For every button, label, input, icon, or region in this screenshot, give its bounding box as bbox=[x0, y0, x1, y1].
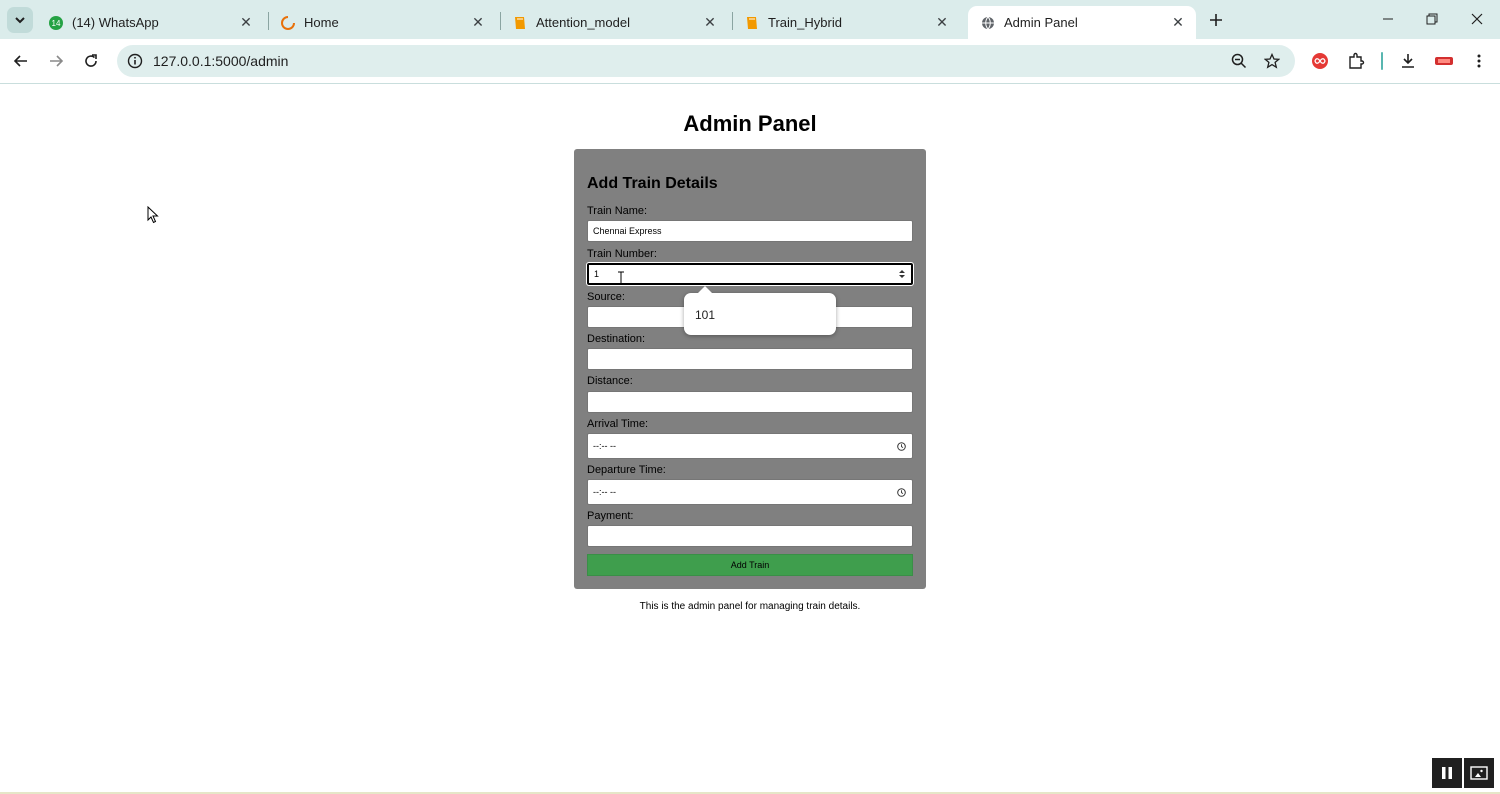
close-tab-icon[interactable]: ✕ bbox=[932, 13, 952, 33]
close-tab-icon[interactable]: ✕ bbox=[700, 13, 720, 33]
zoom-button[interactable] bbox=[1225, 47, 1253, 75]
reload-button[interactable] bbox=[77, 47, 105, 75]
arrival-time-input[interactable]: --:-- -- bbox=[587, 433, 913, 459]
plus-icon bbox=[1210, 14, 1222, 26]
star-icon bbox=[1264, 53, 1280, 69]
tab-search-button[interactable] bbox=[7, 7, 33, 33]
train-number-input[interactable]: 1 bbox=[586, 262, 914, 286]
close-icon bbox=[1471, 13, 1483, 25]
departure-time-value: --:-- -- bbox=[593, 487, 616, 497]
browser-menu-button[interactable] bbox=[1465, 47, 1493, 75]
forward-button[interactable] bbox=[42, 47, 70, 75]
url-text: 127.0.0.1:5000/admin bbox=[153, 53, 289, 69]
train-name-input[interactable]: Chennai Express bbox=[587, 220, 913, 242]
add-train-button[interactable]: Add Train bbox=[587, 554, 913, 576]
minimize-button[interactable] bbox=[1366, 4, 1410, 34]
more-vertical-icon bbox=[1477, 54, 1481, 68]
arrival-time-value: --:-- -- bbox=[593, 441, 616, 451]
tab-whatsapp[interactable]: 14 (14) WhatsApp ✕ bbox=[36, 6, 264, 39]
destination-label: Destination: bbox=[587, 333, 646, 345]
mouse-pointer-icon bbox=[147, 205, 159, 229]
tab-attention-model[interactable]: Attention_model ✕ bbox=[500, 6, 728, 39]
picture-in-picture-button[interactable] bbox=[1464, 758, 1494, 788]
whatsapp-icon: 14 bbox=[48, 15, 64, 31]
pause-icon bbox=[1442, 767, 1452, 779]
distance-label: Distance: bbox=[587, 375, 633, 387]
tab-home[interactable]: Home ✕ bbox=[268, 6, 496, 39]
back-button[interactable] bbox=[7, 47, 35, 75]
extensions-menu-button[interactable] bbox=[1342, 47, 1370, 75]
source-label: Source: bbox=[587, 291, 625, 303]
form-heading: Add Train Details bbox=[587, 175, 718, 192]
train-number-value: 1 bbox=[594, 269, 600, 279]
tab-title: Admin Panel bbox=[1004, 15, 1078, 30]
restore-icon bbox=[1426, 13, 1438, 25]
tab-title: Train_Hybrid bbox=[768, 15, 842, 30]
tab-admin-panel[interactable]: Admin Panel ✕ bbox=[968, 6, 1196, 39]
tab-title: Home bbox=[304, 15, 339, 30]
train-name-label: Train Name: bbox=[587, 205, 648, 217]
notebook-icon bbox=[512, 15, 528, 31]
profile-badge-icon bbox=[1435, 57, 1453, 65]
text-cursor-icon bbox=[617, 271, 625, 288]
tab-train-hybrid[interactable]: Train_Hybrid ✕ bbox=[732, 6, 960, 39]
tab-title: (14) WhatsApp bbox=[72, 15, 159, 30]
reload-icon bbox=[85, 54, 97, 67]
bookmark-button[interactable] bbox=[1258, 47, 1286, 75]
chevron-down-icon bbox=[15, 17, 25, 24]
picture-in-picture-icon bbox=[1470, 766, 1488, 780]
close-tab-icon[interactable]: ✕ bbox=[236, 13, 256, 33]
zoom-out-icon bbox=[1231, 53, 1247, 69]
departure-time-input[interactable]: --:-- -- bbox=[587, 479, 913, 505]
close-tab-icon[interactable]: ✕ bbox=[468, 13, 488, 33]
profile-button[interactable] bbox=[1430, 47, 1458, 75]
autocomplete-dropdown: 101 bbox=[684, 286, 836, 335]
download-icon bbox=[1402, 54, 1414, 68]
arrow-left-icon bbox=[13, 55, 27, 67]
payment-label: Payment: bbox=[587, 510, 634, 522]
distance-input[interactable] bbox=[587, 391, 913, 413]
svg-text:14: 14 bbox=[52, 19, 61, 28]
page-content: Admin Panel Add Train Details Train Name… bbox=[0, 85, 1500, 794]
infinity-extension-icon bbox=[1312, 53, 1328, 69]
tab-title: Attention_model bbox=[536, 15, 630, 30]
toolbar-divider bbox=[1381, 52, 1383, 70]
add-train-form: Add Train Details Train Name: Chennai Ex… bbox=[574, 149, 926, 589]
puzzle-icon bbox=[1349, 52, 1365, 69]
autocomplete-option[interactable]: 101 bbox=[695, 308, 715, 322]
address-bar[interactable]: 127.0.0.1:5000/admin bbox=[117, 45, 1295, 77]
tab-strip: 14 (14) WhatsApp ✕ Home ✕ Attention_mode… bbox=[0, 0, 1500, 39]
train-number-label: Train Number: bbox=[587, 248, 657, 260]
extension-button[interactable] bbox=[1306, 47, 1334, 75]
spinner-arrows-icon[interactable] bbox=[899, 265, 905, 283]
minimize-icon bbox=[1383, 18, 1393, 20]
loading-spinner-icon bbox=[280, 15, 296, 31]
new-tab-button[interactable] bbox=[1204, 8, 1228, 32]
globe-icon bbox=[980, 15, 996, 31]
clock-icon[interactable] bbox=[897, 480, 906, 504]
browser-toolbar: 127.0.0.1:5000/admin bbox=[0, 39, 1500, 84]
restore-button[interactable] bbox=[1410, 4, 1454, 34]
departure-time-label: Departure Time: bbox=[587, 464, 666, 476]
site-info-icon[interactable] bbox=[119, 45, 151, 77]
payment-input[interactable] bbox=[587, 525, 913, 547]
close-window-button[interactable] bbox=[1455, 4, 1499, 34]
arrival-time-label: Arrival Time: bbox=[587, 418, 649, 430]
page-title: Admin Panel bbox=[683, 111, 817, 136]
destination-input[interactable] bbox=[587, 348, 913, 370]
footer-note: This is the admin panel for managing tra… bbox=[639, 601, 861, 612]
pause-recording-button[interactable] bbox=[1432, 758, 1462, 788]
downloads-button[interactable] bbox=[1394, 47, 1422, 75]
clock-icon[interactable] bbox=[897, 434, 906, 458]
notebook-icon bbox=[744, 15, 760, 31]
close-tab-icon[interactable]: ✕ bbox=[1168, 13, 1188, 33]
arrow-right-icon bbox=[50, 55, 64, 67]
